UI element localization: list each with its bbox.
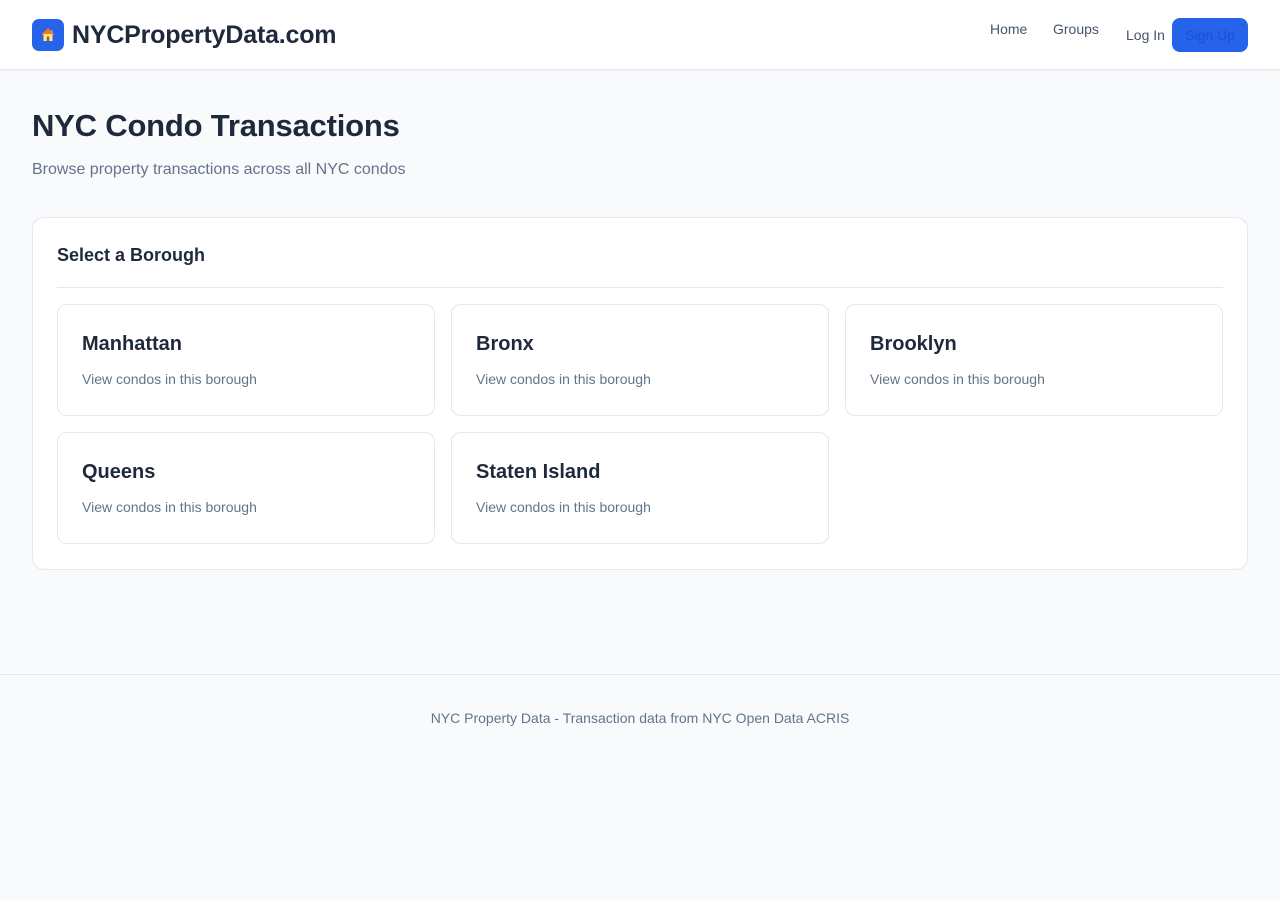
borough-name: Bronx [476,333,534,355]
login-link[interactable]: Log In [1126,25,1165,45]
borough-name: Manhattan [82,333,182,355]
borough-description: View condos in this borough [870,371,1045,387]
brand-logo-link[interactable]: NYCPropertyData.com [32,19,337,51]
borough-selection-card: Select a Borough Manhattan View condos i… [32,217,1248,570]
borough-description: View condos in this borough [476,499,651,515]
borough-description: View condos in this borough [82,371,257,387]
nav-groups-link[interactable]: Groups [1053,19,1099,39]
borough-description: View condos in this borough [82,499,257,515]
borough-name: Queens [82,461,156,483]
borough-name: Staten Island [476,461,601,483]
borough-tile-brooklyn[interactable]: Brooklyn View condos in this borough [845,304,1223,416]
borough-name: Brooklyn [870,333,957,355]
nav-home-link[interactable]: Home [990,19,1027,39]
borough-tile-bronx[interactable]: Bronx View condos in this borough [451,304,829,416]
top-navbar: NYCPropertyData.com Home Groups Log In S… [0,0,1280,70]
page-footer: NYC Property Data - Transaction data fro… [0,674,1280,900]
divider [57,287,1223,288]
borough-tile-manhattan[interactable]: Manhattan View condos in this borough [57,304,435,416]
borough-description: View condos in this borough [476,371,651,387]
borough-tile-queens[interactable]: Queens View condos in this borough [57,432,435,544]
brand-name: NYCPropertyData.com [72,20,337,49]
card-title: Select a Borough [57,245,206,265]
footer-text: NYC Property Data - Transaction data fro… [430,710,850,726]
page-subtitle: Browse property transactions across all … [32,161,406,178]
signup-button[interactable]: Sign Up [1172,18,1248,52]
page-title: NYC Condo Transactions [32,108,400,143]
house-icon [32,19,64,51]
borough-tile-staten-island[interactable]: Staten Island View condos in this boroug… [451,432,829,544]
